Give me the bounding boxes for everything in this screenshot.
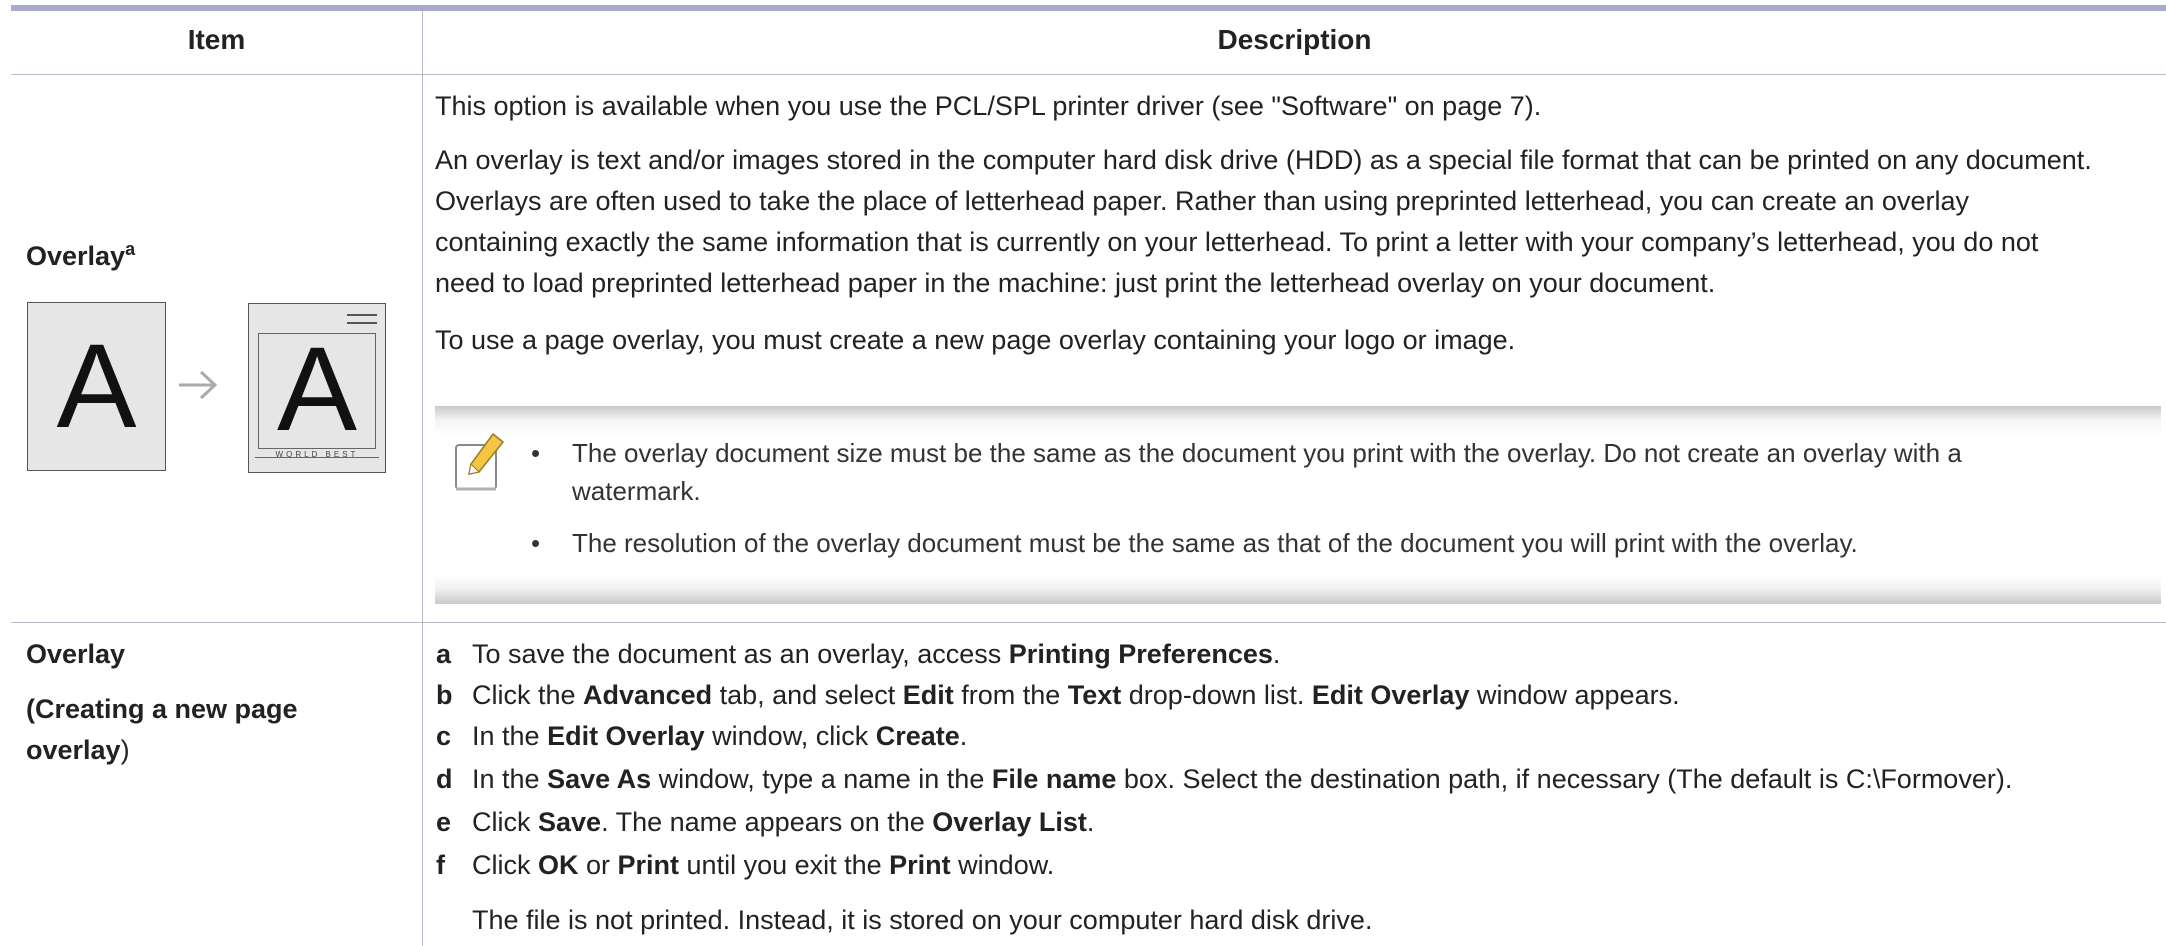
bullet-dot: • xyxy=(531,438,541,468)
note-pencil-icon xyxy=(453,432,507,499)
step-text: To save the document as an overlay, acce… xyxy=(472,639,1281,669)
note-box: • The overlay document size must be the … xyxy=(435,406,2161,604)
step-letter: c xyxy=(436,721,452,751)
step-text: Click OK or Print until you exit the Pri… xyxy=(472,850,1055,880)
note-bullet-1-line-1: The overlay document size must be the sa… xyxy=(572,438,1962,468)
header-item: Item xyxy=(187,24,246,55)
table-top-rule xyxy=(11,5,2166,11)
row-divider xyxy=(11,622,2166,623)
overlay-illustration: A A WORLD BEST xyxy=(27,302,387,473)
step-letter: e xyxy=(436,807,452,837)
overlay-page: A WORLD BEST xyxy=(248,303,386,473)
footer-text: WORLD BEST xyxy=(275,450,359,459)
column-divider xyxy=(422,11,423,946)
step-text: In the Edit Overlay window, click Create… xyxy=(472,721,968,751)
step-text: Click the Advanced tab, and select Edit … xyxy=(472,680,1680,710)
header-description: Description xyxy=(1217,24,1372,55)
bullet-dot: • xyxy=(531,528,541,558)
usage-paragraph: To use a page overlay, you must create a… xyxy=(435,325,1516,355)
availability-paragraph: This option is available when you use th… xyxy=(435,91,1542,121)
arrow-right-icon xyxy=(177,368,219,407)
footnote-marker: a xyxy=(125,239,136,259)
step-letter: d xyxy=(436,764,453,794)
step-text: In the Save As window, type a name in th… xyxy=(472,764,2013,794)
step-letter: f xyxy=(436,850,445,880)
overlay-def-line-2: Overlays are often used to take the plac… xyxy=(435,186,1969,216)
plain-page: A xyxy=(27,302,166,471)
header-bottom-rule xyxy=(11,74,2166,75)
note-bullet-1-line-2: watermark. xyxy=(572,476,701,506)
creating-overlay-sublabel-1: (Creating a new page xyxy=(26,694,298,724)
creating-overlay-label: Overlay xyxy=(26,639,126,669)
plain-page-letter: A xyxy=(56,319,137,453)
overlay-page-letter: A xyxy=(276,322,358,456)
step-letter: b xyxy=(436,680,453,710)
note-bullet-2: The resolution of the overlay document m… xyxy=(572,528,1858,558)
step-letter: a xyxy=(436,639,452,669)
overlay-item-label: Overlaya xyxy=(26,239,136,271)
overlay-def-line-3: containing exactly the same information … xyxy=(435,227,2039,257)
overlay-def-line-1: An overlay is text and/or images stored … xyxy=(435,145,2092,175)
overlay-def-line-4: need to load preprinted letterhead paper… xyxy=(435,268,1716,298)
step-text: Click Save. The name appears on the Over… xyxy=(472,807,1095,837)
creating-overlay-sublabel-2: overlay) xyxy=(26,735,130,765)
final-note: The file is not printed. Instead, it is … xyxy=(472,905,1373,935)
